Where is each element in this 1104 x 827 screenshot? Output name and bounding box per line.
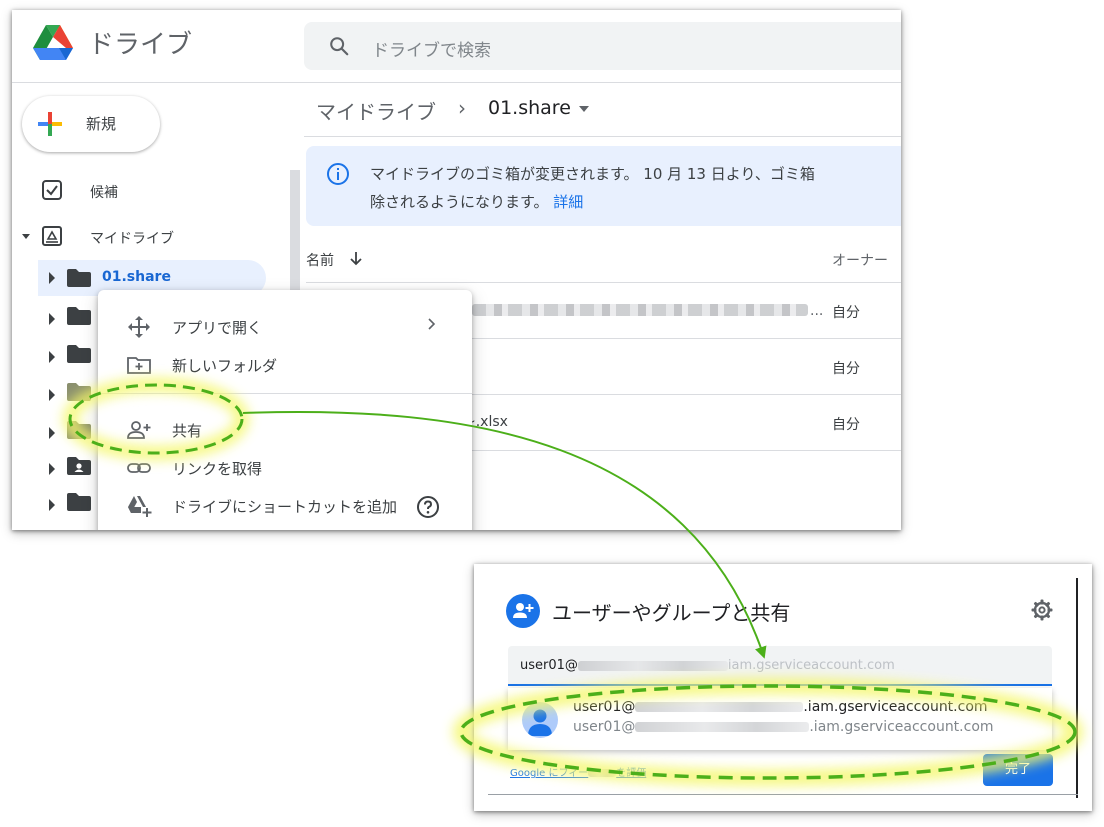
suggestion-item[interactable]: user01@ .iam.gserviceaccount.com user01@.… <box>508 688 1052 750</box>
suggestion-primary-email: user01@ .iam.gserviceaccount.com <box>573 699 988 715</box>
add-person-glyph-icon <box>513 603 534 618</box>
dialog-title: ユーザーやグループと共有 <box>552 601 791 625</box>
chevron-right-icon[interactable] <box>48 463 56 475</box>
sidebar-item-label: 01.share <box>102 269 171 285</box>
banner-text-line2-body: 除されるようになります。 <box>370 193 549 211</box>
menu-item-label: アプリで開く <box>172 319 263 337</box>
chevron-right-icon[interactable] <box>48 427 56 439</box>
drive-screenshot: ドライブ ドライブで検索 新規 候補 マイドライブ 01.share マイドライ… <box>12 10 901 530</box>
blurred-text <box>635 702 804 712</box>
shared-folder-icon <box>67 457 91 475</box>
menu-item-get-link[interactable]: リンクを取得 <box>98 449 472 487</box>
menu-item-label: リンクを取得 <box>172 460 263 478</box>
chevron-right-icon[interactable] <box>48 389 56 401</box>
my-drive-icon <box>42 226 62 246</box>
sidebar-item-my-drive[interactable]: マイドライブ <box>12 222 272 252</box>
menu-item-share[interactable]: 共有 <box>98 411 472 449</box>
email-input-value: user01@ iam.gserviceaccount.com <box>520 658 895 673</box>
feedback-link[interactable]: Google にフィー を評価 <box>510 764 646 779</box>
header-divider <box>12 82 901 83</box>
owner-cell: 自分 <box>832 361 860 377</box>
banner-text-line2: 除されるようになります。 詳細 <box>370 191 583 212</box>
drive-logo-icon <box>33 25 73 60</box>
dialog-edge <box>1076 578 1078 798</box>
folder-icon <box>67 383 91 401</box>
file-name-truncation: ... <box>810 303 824 319</box>
menu-item-open-with[interactable]: アプリで開く <box>98 308 472 346</box>
chevron-right-icon[interactable] <box>48 313 56 325</box>
blurred-text <box>635 722 810 732</box>
folder-icon <box>67 493 91 511</box>
folder-icon <box>67 421 91 439</box>
breadcrumb-my-drive[interactable]: マイドライブ <box>316 96 436 125</box>
link-icon <box>127 463 151 473</box>
banner-text-line1: マイドライブのゴミ箱が変更されます。 10 月 13 日より、ゴミ箱 <box>370 165 815 183</box>
blurred-text <box>588 769 617 777</box>
chevron-right-icon[interactable] <box>48 351 56 363</box>
gear-icon[interactable] <box>1030 598 1054 622</box>
folder-icon <box>67 345 91 363</box>
share-dialog-screenshot: ユーザーやグループと共有 user01@ iam.gserviceaccount.… <box>474 564 1092 811</box>
email-suffix: .iam.gserviceaccount.com <box>803 699 988 715</box>
suggestion-secondary-email: user01@ .iam.gserviceaccount.com <box>573 719 994 735</box>
owner-cell: 自分 <box>832 417 860 433</box>
search-input[interactable]: ドライブで検索 <box>372 36 491 61</box>
email-suffix: iam.gserviceaccount.com <box>727 658 895 673</box>
help-icon[interactable] <box>416 495 440 519</box>
avatar <box>522 702 558 738</box>
email-input[interactable]: user01@ iam.gserviceaccount.com <box>508 646 1052 686</box>
feedback-link-prefix: Google にフィー <box>510 768 589 779</box>
sidebar-item-label: マイドライブ <box>90 231 174 247</box>
info-banner: マイドライブのゴミ箱が変更されます。 10 月 13 日より、ゴミ箱 除されるよ… <box>306 146 901 226</box>
row-divider <box>306 282 901 283</box>
blurred-text <box>577 660 728 671</box>
folder-icon <box>67 307 91 325</box>
chevron-right-icon <box>428 318 436 330</box>
email-prefix: user01@ <box>573 719 636 735</box>
menu-divider <box>98 393 472 394</box>
chevron-down-icon[interactable] <box>22 232 30 240</box>
new-button-label: 新規 <box>86 115 117 133</box>
feedback-link-suffix: を評価 <box>616 768 647 779</box>
chevron-right-icon[interactable] <box>48 272 56 284</box>
drive-shortcut-icon <box>128 496 152 517</box>
info-icon <box>327 163 349 185</box>
breadcrumb-separator: › <box>458 96 466 120</box>
blurred-file-name <box>472 304 808 316</box>
new-folder-icon <box>127 357 151 374</box>
checkbox-icon <box>42 180 62 200</box>
person-icon <box>528 709 552 736</box>
new-button[interactable]: 新規 <box>22 96 160 152</box>
done-button[interactable]: 完了 <box>983 754 1053 786</box>
context-menu: アプリで開く 新しいフォルダ 共有 リンクを取得 ドライブにショートカットを追加 <box>98 290 472 530</box>
app-title: ドライブ <box>88 30 193 60</box>
banner-details-link[interactable]: 詳細 <box>553 193 583 211</box>
folder-icon <box>67 269 91 287</box>
move-arrows-icon <box>128 316 150 338</box>
breadcrumb-divider <box>304 136 901 137</box>
add-person-icon <box>127 421 151 439</box>
menu-item-label: 共有 <box>172 422 203 440</box>
menu-item-label: 新しいフォルダ <box>172 357 278 375</box>
breadcrumb-current[interactable]: 01.share <box>488 97 571 119</box>
menu-item-new-folder[interactable]: 新しいフォルダ <box>98 346 472 384</box>
column-header-name[interactable]: 名前 <box>306 250 334 270</box>
plus-icon <box>38 112 62 136</box>
sidebar-item-suggested[interactable]: 候補 <box>12 176 272 206</box>
arrow-down-icon[interactable] <box>348 250 364 266</box>
owner-cell: 自分 <box>832 305 860 321</box>
column-header-owner[interactable]: オーナー <box>832 250 888 270</box>
email-prefix: user01@ <box>573 699 636 715</box>
search-bar[interactable]: ドライブで検索 <box>304 22 901 70</box>
email-prefix: user01@ <box>520 658 578 673</box>
menu-item-label: ドライブにショートカットを追加 <box>172 498 398 516</box>
sidebar-item-label: 候補 <box>90 185 118 201</box>
dialog-edge <box>488 794 1078 795</box>
chevron-right-icon[interactable] <box>48 499 56 511</box>
search-icon[interactable] <box>328 35 350 57</box>
add-person-icon <box>506 594 540 628</box>
email-suffix: .iam.gserviceaccount.com <box>809 719 994 735</box>
caret-down-icon[interactable] <box>578 105 590 113</box>
